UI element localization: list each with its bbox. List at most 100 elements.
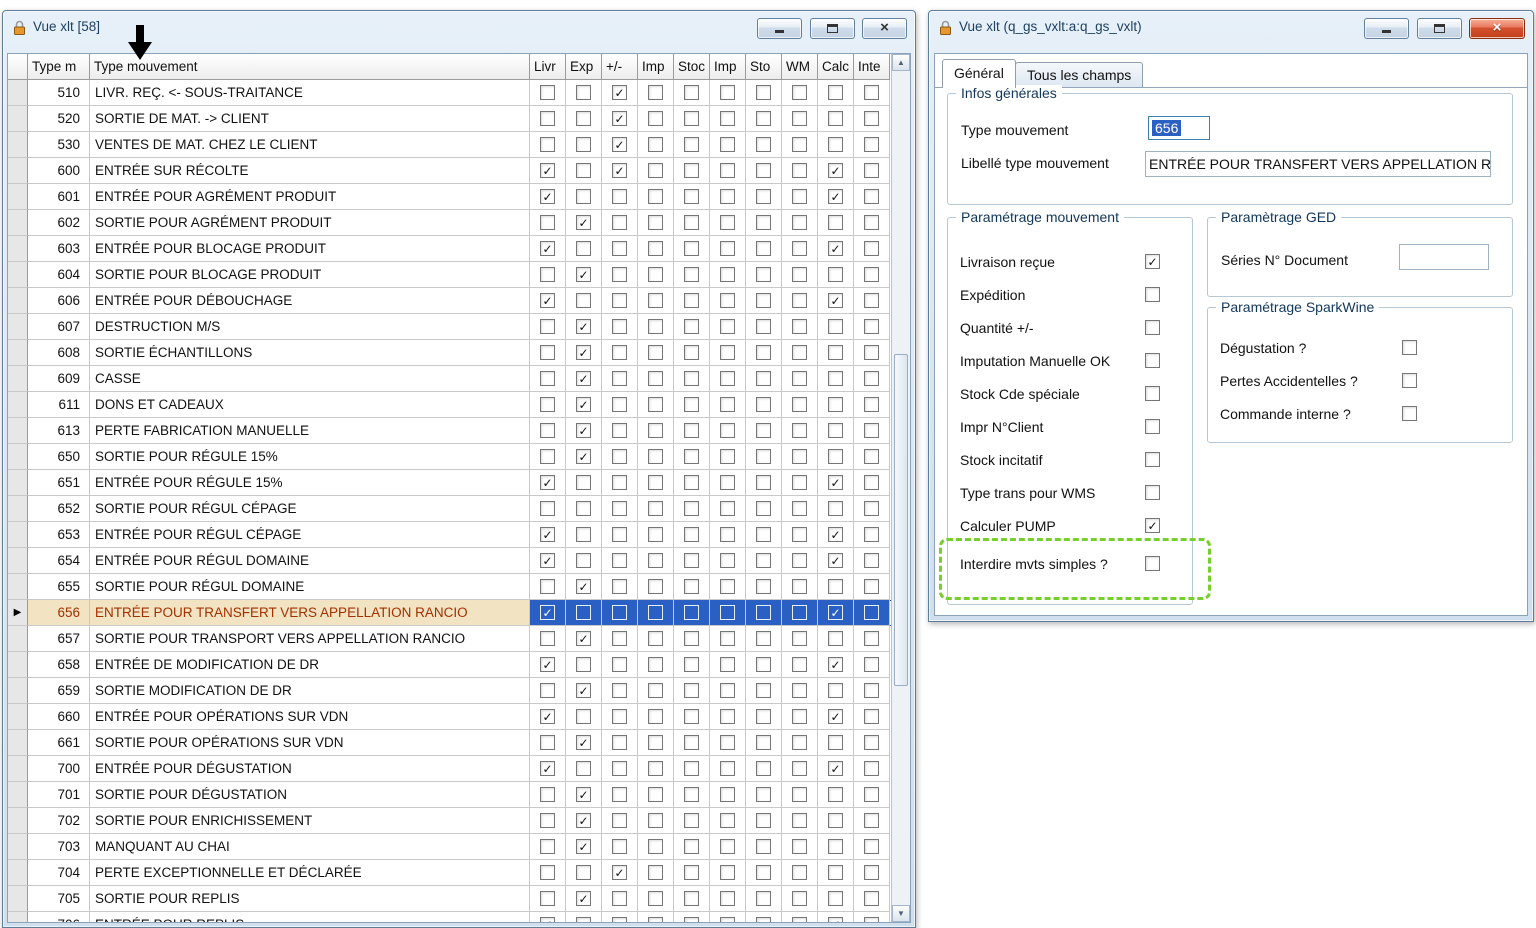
maximize-button[interactable] [810,18,855,39]
checkbox-cell[interactable] [530,782,566,808]
checkbox-cell[interactable] [710,236,746,262]
row-checkbox[interactable] [756,111,771,126]
row-checkbox[interactable] [756,787,771,802]
row-checkbox[interactable] [864,761,879,776]
checkbox-cell[interactable] [782,158,818,184]
checkbox-cell[interactable]: ✓ [566,886,602,912]
checkbox-cell[interactable]: ✓ [566,626,602,652]
checkbox-cell[interactable] [818,132,854,158]
checkbox-cell[interactable] [638,236,674,262]
row-checkbox[interactable] [864,475,879,490]
row-checkbox[interactable] [792,813,807,828]
row-checkbox[interactable] [648,423,663,438]
checkbox-cell[interactable] [854,886,890,912]
row-checkbox[interactable]: ✓ [612,865,627,880]
row-checkbox[interactable] [756,241,771,256]
row-checkbox[interactable] [720,319,735,334]
row-checkbox[interactable] [792,501,807,516]
row-checkbox[interactable] [756,85,771,100]
row-checkbox[interactable] [720,813,735,828]
checkbox-cell[interactable] [782,808,818,834]
checkbox-cell[interactable]: ✓ [566,574,602,600]
row-checkbox[interactable] [828,215,843,230]
scroll-down-button[interactable]: ▼ [892,905,910,922]
row-checkbox[interactable] [756,397,771,412]
row-checkbox[interactable] [648,683,663,698]
row-checkbox[interactable] [540,397,555,412]
row-checkbox[interactable] [540,423,555,438]
row-checkbox[interactable] [540,865,555,880]
checkbox-cell[interactable] [782,184,818,210]
row-checkbox[interactable] [756,865,771,880]
checkbox-cell[interactable] [746,678,782,704]
row-checkbox[interactable] [684,683,699,698]
column-header-9[interactable]: WM [782,54,818,80]
row-checkbox[interactable] [720,631,735,646]
checkbox-cell[interactable] [746,834,782,860]
row-checkbox[interactable] [792,241,807,256]
row-checkbox[interactable] [612,397,627,412]
checkbox-cell[interactable] [602,548,638,574]
row-checkbox[interactable] [720,241,735,256]
row-checkbox[interactable] [864,787,879,802]
checkbox-cell[interactable] [746,184,782,210]
checkbox-cell[interactable]: ✓ [530,756,566,782]
checkbox-cell[interactable] [854,834,890,860]
row-checkbox[interactable] [720,163,735,178]
row-checkbox[interactable]: ✓ [828,475,843,490]
checkbox-cell[interactable]: ✓ [818,288,854,314]
checkbox-cell[interactable] [638,626,674,652]
row-checkbox[interactable] [792,423,807,438]
column-header-label[interactable]: Type mouvement [90,54,530,80]
row-checkbox[interactable] [576,527,591,542]
checkbox-cell[interactable] [674,886,710,912]
row-checkbox[interactable] [684,761,699,776]
checkbox-cell[interactable] [602,470,638,496]
checkbox-cell[interactable] [854,652,890,678]
checkbox-cell[interactable]: ✓ [566,808,602,834]
row-checkbox[interactable] [576,111,591,126]
row-checkbox[interactable] [612,813,627,828]
option-checkbox[interactable]: ✓ [1145,254,1160,269]
checkbox-cell[interactable] [746,418,782,444]
checkbox-cell[interactable] [566,912,602,922]
checkbox-cell[interactable] [710,496,746,522]
row-checkbox[interactable] [720,527,735,542]
checkbox-cell[interactable] [530,808,566,834]
row-checkbox[interactable] [756,813,771,828]
row-checkbox[interactable] [648,553,663,568]
row-checkbox[interactable] [720,397,735,412]
row-checkbox[interactable] [792,839,807,854]
checkbox-cell[interactable] [746,366,782,392]
column-header-8[interactable]: Sto [746,54,782,80]
row-checkbox[interactable]: ✓ [540,163,555,178]
row-checkbox[interactable] [612,605,627,620]
row-checkbox[interactable] [792,137,807,152]
row-checkbox[interactable] [792,605,807,620]
row-checkbox[interactable] [792,345,807,360]
row-checkbox[interactable] [648,319,663,334]
checkbox-cell[interactable] [782,392,818,418]
row-checkbox[interactable] [540,579,555,594]
checkbox-cell[interactable] [530,392,566,418]
checkbox-cell[interactable] [710,132,746,158]
row-checkbox[interactable]: ✓ [576,371,591,386]
row-checkbox[interactable]: ✓ [828,709,843,724]
row-checkbox[interactable] [684,215,699,230]
row-checkbox[interactable] [864,137,879,152]
checkbox-cell[interactable] [602,522,638,548]
checkbox-cell[interactable] [746,522,782,548]
row-checkbox[interactable] [864,319,879,334]
checkbox-cell[interactable] [746,80,782,106]
checkbox-cell[interactable] [566,236,602,262]
row-checkbox[interactable] [720,683,735,698]
checkbox-cell[interactable] [746,808,782,834]
row-checkbox[interactable] [756,579,771,594]
row-checkbox[interactable] [756,709,771,724]
checkbox-cell[interactable] [746,912,782,922]
row-checkbox[interactable] [756,527,771,542]
row-checkbox[interactable] [684,189,699,204]
checkbox-cell[interactable] [710,444,746,470]
checkbox-cell[interactable] [854,730,890,756]
row-checkbox[interactable] [612,241,627,256]
